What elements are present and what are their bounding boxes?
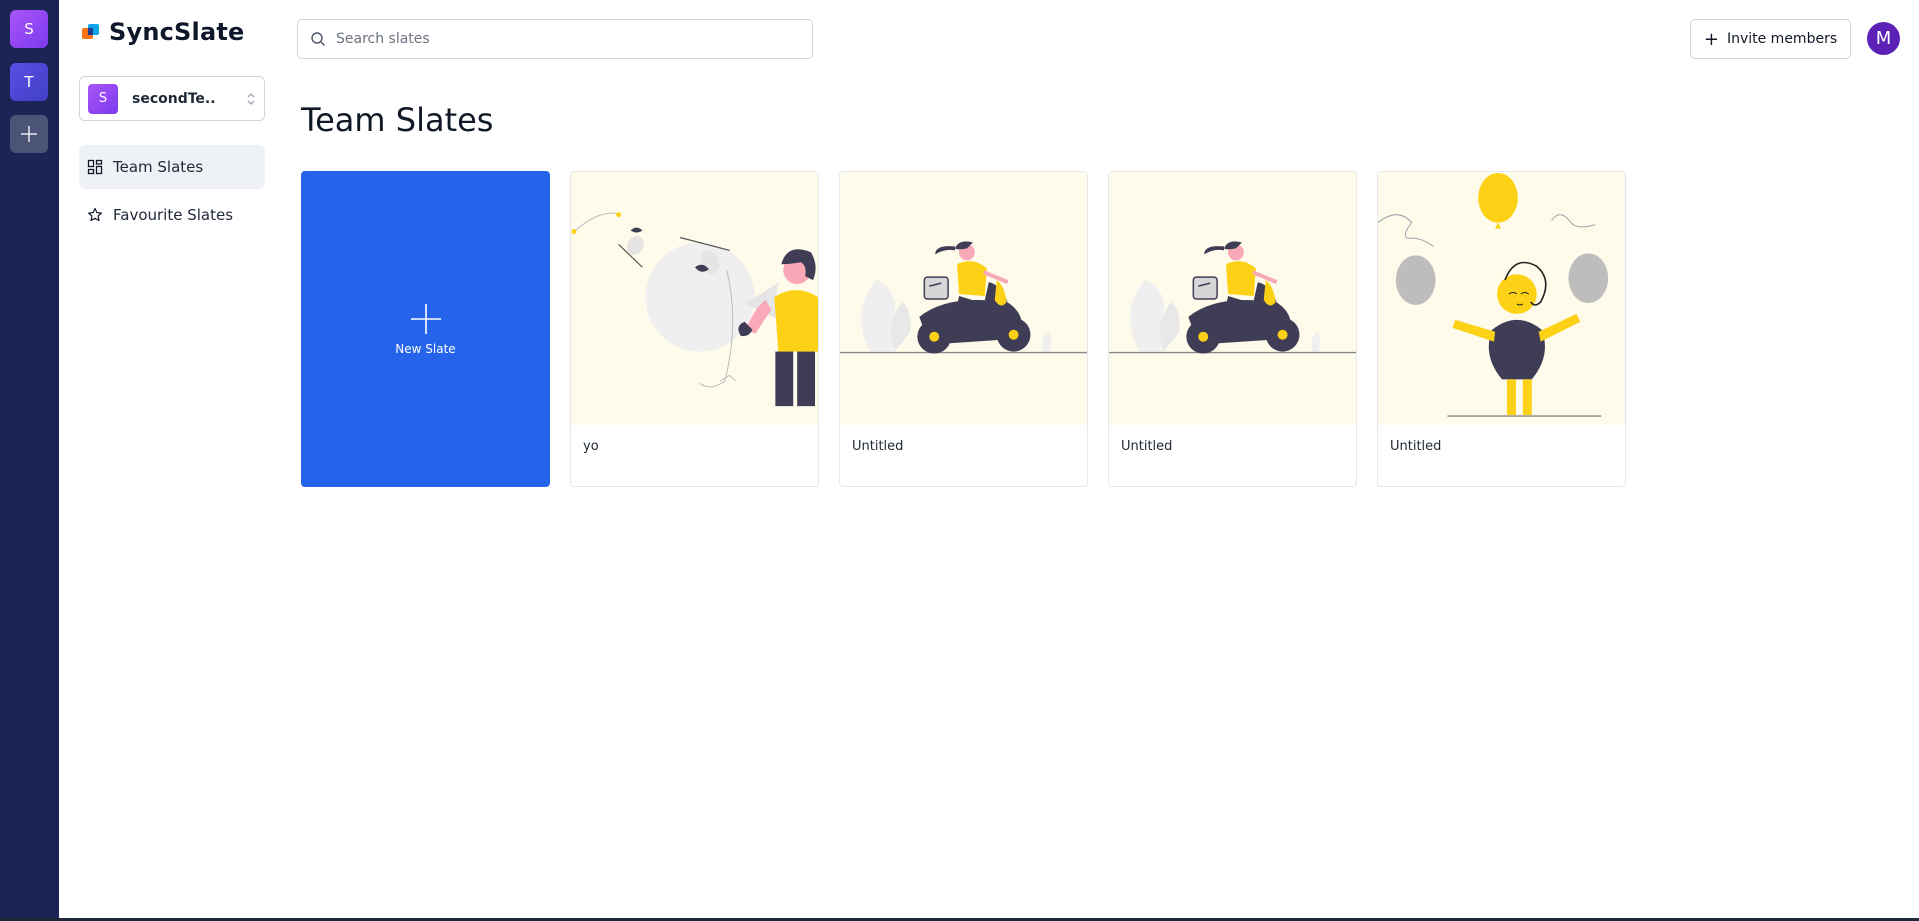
plus-icon <box>21 126 37 142</box>
slate-thumbnail <box>571 172 818 425</box>
slate-card[interactable]: Untitled <box>839 171 1088 487</box>
team-avatar: S <box>88 83 118 114</box>
invite-label: Invite members <box>1726 31 1838 47</box>
search-icon <box>311 32 325 46</box>
invite-members-button[interactable]: + Invite members <box>1690 19 1851 59</box>
slate-title: Untitled <box>1390 439 1442 454</box>
grid-icon <box>87 159 103 175</box>
syncslate-logo-icon <box>81 22 101 42</box>
team-t-button[interactable]: T <box>10 63 48 101</box>
fishing-woman-illustration <box>571 212 818 407</box>
slate-card[interactable]: Untitled <box>1377 171 1626 487</box>
search-bar[interactable] <box>297 19 813 59</box>
nav-item-team-slates[interactable]: Team Slates <box>79 145 265 189</box>
add-team-button[interactable] <box>10 115 48 153</box>
page-title: Team Slates <box>301 101 494 139</box>
scooter-delivery-illustration <box>1109 241 1356 354</box>
chevron-updown-icon <box>246 91 256 107</box>
workspace-rail: S T <box>0 0 59 921</box>
slate-thumbnail <box>840 172 1087 425</box>
slate-card[interactable]: Untitled <box>1108 171 1357 487</box>
app-name: SyncSlate <box>109 18 245 46</box>
sidebar: SyncSlate S secondTe... Team Slates Favo… <box>59 0 281 918</box>
slate-title: yo <box>583 439 599 454</box>
balloons-person-illustration <box>1378 173 1609 417</box>
search-input[interactable] <box>336 31 796 47</box>
team-s-button[interactable]: S <box>10 10 48 48</box>
team-switcher[interactable]: S secondTe... <box>79 76 265 121</box>
plus-icon: + <box>1703 28 1719 50</box>
plus-icon <box>410 304 441 334</box>
new-slate-label: New Slate <box>395 342 456 356</box>
nav-item-favourite-slates[interactable]: Favourite Slates <box>79 193 265 237</box>
slate-card[interactable]: yo <box>570 171 819 487</box>
star-icon <box>88 207 102 222</box>
slate-title: Untitled <box>1121 439 1173 454</box>
slate-thumbnail <box>1109 172 1356 425</box>
new-slate-card[interactable]: New Slate <box>301 171 550 487</box>
slate-thumbnail <box>1378 172 1625 425</box>
scooter-delivery-illustration <box>840 241 1087 354</box>
team-name: secondTe... <box>132 90 216 107</box>
nav-label: Favourite Slates <box>113 206 234 224</box>
brand[interactable]: SyncSlate <box>81 18 245 46</box>
user-avatar[interactable]: M <box>1867 22 1900 55</box>
nav-label: Team Slates <box>113 158 204 176</box>
slate-title: Untitled <box>852 439 904 454</box>
